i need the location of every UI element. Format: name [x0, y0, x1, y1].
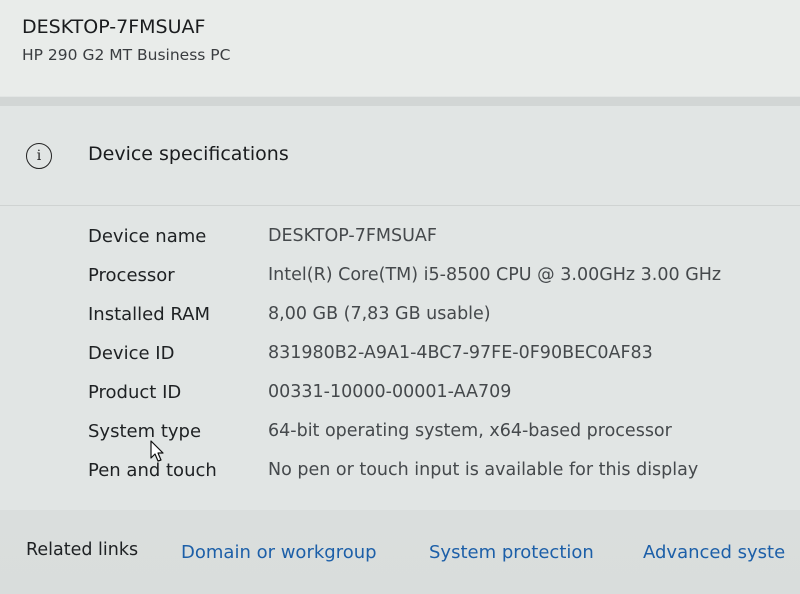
spec-row-device-name: Device name DESKTOP-7FMSUAF	[88, 226, 800, 256]
spec-value: DESKTOP-7FMSUAF	[268, 226, 437, 246]
spec-row-processor: Processor Intel(R) Core(TM) i5-8500 CPU …	[88, 265, 800, 295]
section-divider	[0, 97, 800, 106]
system-protection-link[interactable]: System protection	[429, 542, 594, 563]
spec-value: Intel(R) Core(TM) i5-8500 CPU @ 3.00GHz …	[268, 265, 722, 285]
spec-value: 64-bit operating system, x64-based proce…	[268, 421, 672, 441]
spec-row-product-id: Product ID 00331-10000-00001-AA709	[88, 382, 800, 412]
spec-row-system-type: System type 64-bit operating system, x64…	[88, 421, 800, 451]
spec-value: No pen or touch input is available for t…	[268, 460, 699, 480]
device-title: DESKTOP-7FMSUAF	[22, 16, 206, 38]
spec-value: 8,00 GB (7,83 GB usable)	[268, 304, 491, 324]
spec-label: Product ID	[88, 382, 182, 403]
device-specifications-title: Device specifications	[88, 143, 289, 165]
spec-label: Device name	[88, 226, 207, 247]
spec-row-pen-and-touch: Pen and touch No pen or touch input is a…	[88, 460, 800, 490]
advanced-system-settings-link[interactable]: Advanced syste	[643, 542, 785, 563]
spec-label: System type	[88, 421, 202, 442]
domain-or-workgroup-link[interactable]: Domain or workgroup	[181, 542, 377, 563]
spec-row-device-id: Device ID 831980B2-A9A1-4BC7-97FE-0F90BE…	[88, 343, 800, 373]
spec-label: Device ID	[88, 343, 175, 364]
spec-label: Processor	[88, 265, 175, 286]
info-icon: i	[26, 143, 52, 169]
spec-value: 831980B2-A9A1-4BC7-97FE-0F90BEC0AF83	[268, 343, 653, 363]
spec-row-installed-ram: Installed RAM 8,00 GB (7,83 GB usable)	[88, 304, 800, 334]
spec-value: 00331-10000-00001-AA709	[268, 382, 512, 402]
spec-label: Installed RAM	[88, 304, 211, 325]
device-model: HP 290 G2 MT Business PC	[22, 46, 231, 64]
specs-separator	[0, 205, 800, 206]
related-links-label: Related links	[26, 540, 139, 560]
mouse-pointer-icon	[150, 440, 164, 462]
